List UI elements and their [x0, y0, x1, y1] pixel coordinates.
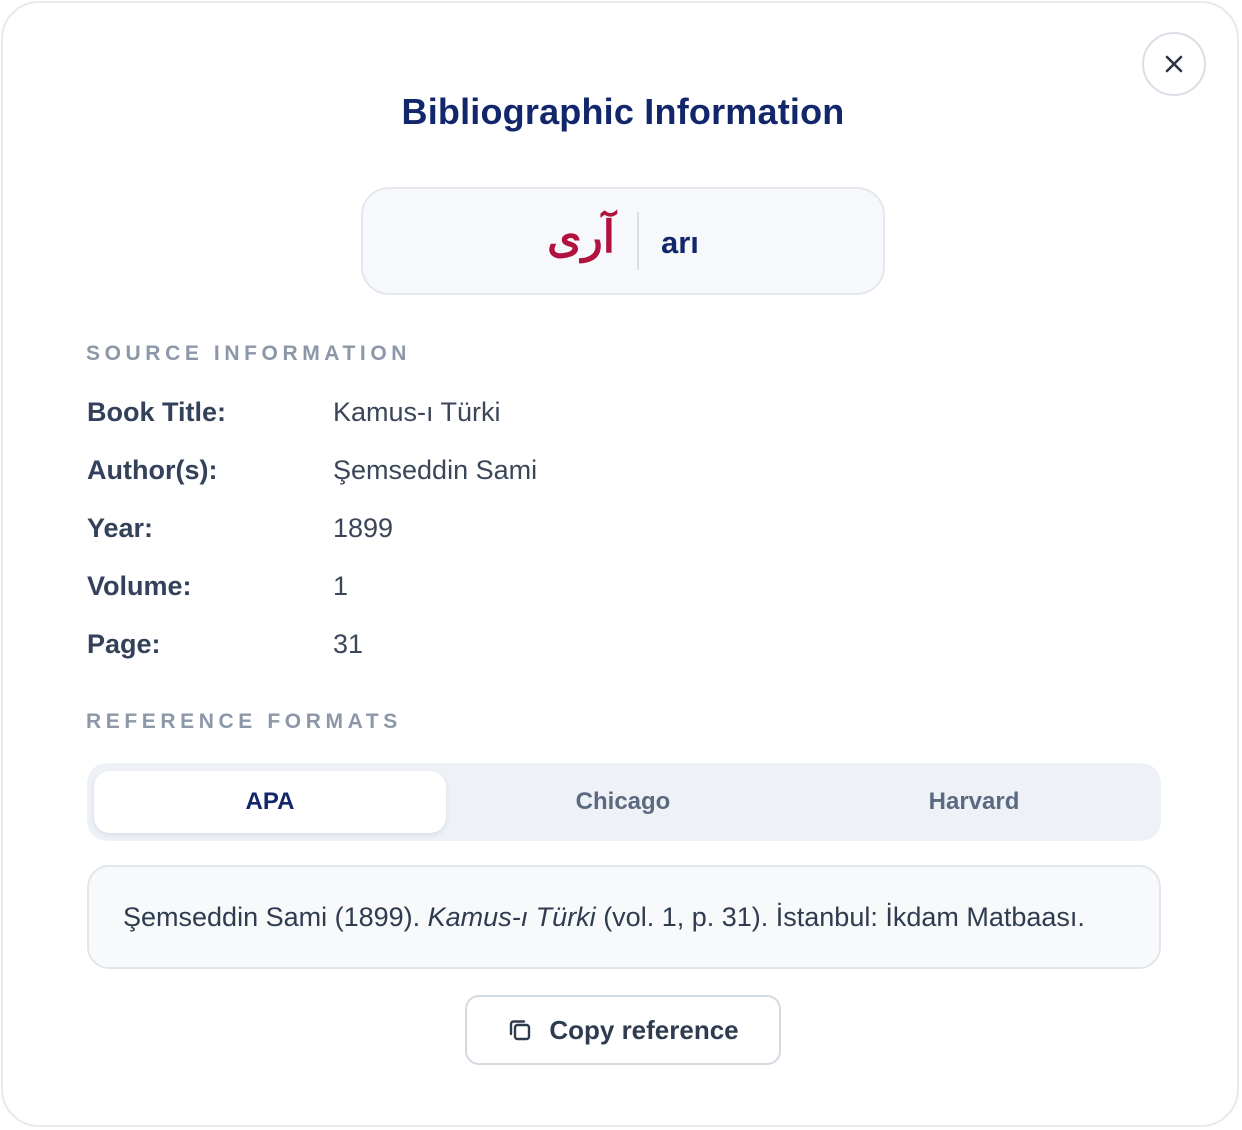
- tab-chicago[interactable]: Chicago: [447, 771, 799, 833]
- tab-harvard[interactable]: Harvard: [798, 771, 1150, 833]
- entry-latin-transcription: arı: [661, 225, 699, 260]
- info-value: Kamus-ı Türki: [333, 396, 501, 427]
- close-icon: [1165, 55, 1183, 73]
- citation-text-box[interactable]: Şemseddin Sami (1899). Kamus-ı Türki (vo…: [87, 865, 1161, 969]
- reference-format-tabs: APA Chicago Harvard: [87, 763, 1161, 841]
- tab-apa[interactable]: APA: [94, 771, 446, 833]
- info-row-year: Year: 1899: [87, 508, 393, 548]
- citation-suffix: (vol. 1, p. 31). İstanbul: İkdam Matbaas…: [595, 901, 1085, 932]
- close-button[interactable]: [1142, 32, 1206, 96]
- copy-icon: [510, 1020, 531, 1041]
- info-key: Author(s):: [87, 454, 218, 485]
- info-key: Page:: [87, 628, 161, 659]
- info-row-authors: Author(s): Şemseddin Sami: [87, 450, 537, 490]
- bibliographic-info-dialog: Bibliographic Information آری arı SOURCE…: [1, 1, 1239, 1127]
- entry-divider: [637, 212, 639, 270]
- info-row-volume: Volume: 1: [87, 566, 348, 606]
- source-information-heading: SOURCE INFORMATION: [86, 342, 412, 365]
- info-key: Year:: [87, 512, 154, 543]
- info-row-book-title: Book Title: Kamus-ı Türki: [87, 392, 501, 432]
- entry-word-card: آری arı: [361, 187, 885, 295]
- dialog-title: Bibliographic Information: [401, 91, 845, 132]
- entry-arabic-script: آری: [547, 212, 615, 263]
- info-value: 1: [333, 570, 349, 601]
- info-key: Book Title:: [87, 396, 227, 427]
- copy-reference-button[interactable]: Copy reference: [465, 995, 781, 1065]
- copy-reference-label: Copy reference: [549, 1014, 739, 1045]
- info-value: 1899: [333, 512, 394, 543]
- reference-formats-heading: REFERENCE FORMATS: [86, 710, 402, 733]
- citation-prefix: Şemseddin Sami (1899).: [123, 901, 428, 932]
- citation-title: Kamus-ı Türki: [427, 901, 596, 932]
- info-value: Şemseddin Sami: [333, 454, 538, 485]
- info-row-page: Page: 31: [87, 624, 363, 664]
- info-value: 31: [333, 628, 364, 659]
- info-key: Volume:: [87, 570, 192, 601]
